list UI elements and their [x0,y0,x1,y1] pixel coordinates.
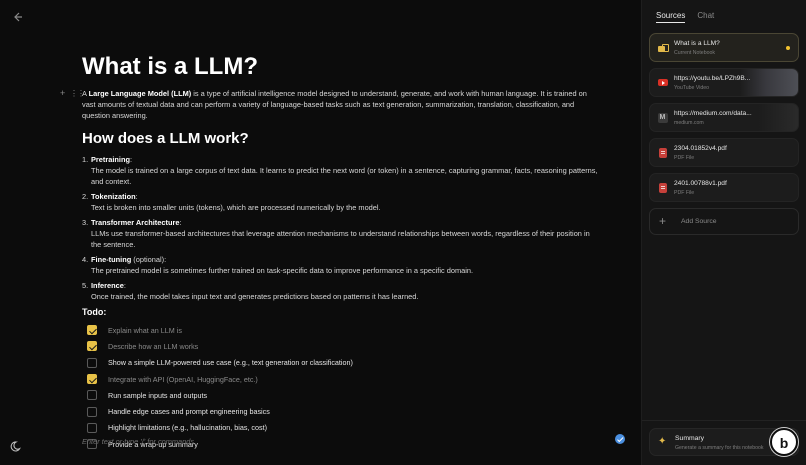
sidebar-tabs: Sources Chat [656,11,726,23]
source-title: 2304.01852v4.pdf [674,145,727,152]
notebook-icon [658,43,669,53]
page-title[interactable]: What is a LLM? [82,52,602,82]
sources-sidebar: Sources Chat What is a LLM? Current Note… [642,0,806,465]
plus-icon[interactable]: + [60,88,65,98]
list-item[interactable]: 5. Inference: Once trained, the model ta… [82,280,602,302]
plus-icon: + [659,214,667,228]
step-number: 2. [82,192,89,201]
article-thumbnail [758,104,798,131]
moon-icon[interactable] [10,439,24,453]
block-tools: + ⋮⋮ [60,88,85,99]
todo-item: Highlight limitations (e.g., hallucinati… [87,420,602,436]
step-desc: The model is trained on a large corpus o… [91,166,598,186]
todo-item: Handle edge cases and prompt engineering… [87,403,602,419]
source-title: 2401.00788v1.pdf [674,180,727,187]
todo-label[interactable]: Describe how an LLM works [108,342,198,351]
intro-bold: Large Language Model (LLM) [88,89,192,98]
check-icon[interactable] [615,434,625,444]
youtube-icon [658,79,668,86]
source-item-notebook[interactable]: What is a LLM? Current Notebook [649,33,799,62]
list-item[interactable]: 3. Transformer Architecture: LLMs use tr… [82,217,602,250]
source-item-pdf-2[interactable]: 2401.00788v1.pdf PDF File [649,173,799,202]
steps-list: 1. Pretraining: The model is trained on … [82,154,602,302]
step-desc: LLMs use transformer-based architectures… [91,229,590,249]
b-logo-icon[interactable]: b [770,428,798,456]
step-suffix: : [179,218,182,227]
step-title: Inference [91,281,124,290]
todo-item: Describe how an LLM works [87,338,602,354]
add-source-label: Add Source [681,218,717,225]
list-item[interactable]: 4. Fine-tuning (optional): The pretraine… [82,254,602,276]
todo-label[interactable]: Integrate with API (OpenAI, HuggingFace,… [108,375,258,384]
todo-item: Explain what an LLM is [87,322,602,338]
pdf-icon [659,148,667,158]
todo-checkbox[interactable] [87,406,97,417]
source-item-pdf-1[interactable]: 2304.01852v4.pdf PDF File [649,138,799,167]
step-desc: Text is broken into smaller units (token… [91,203,381,212]
step-suffix: (optional): [131,255,167,264]
todo-checkbox[interactable] [87,357,97,368]
source-subtitle: medium.com [674,120,704,126]
section-heading[interactable]: How does a LLM work? [82,129,602,149]
command-input-placeholder[interactable]: Enter text or type '/' for commands [82,437,194,446]
step-title: Tokenization [91,192,136,201]
step-title: Fine-tuning [91,255,132,264]
summary-subtitle: Generate a summary for this notebook [675,445,764,451]
todo-label[interactable]: Handle edge cases and prompt engineering… [108,407,270,416]
summary-title: Summary [675,435,705,442]
todo-checkbox[interactable] [87,422,97,433]
todo-item: Integrate with API (OpenAI, HuggingFace,… [87,371,602,387]
document: What is a LLM? + ⋮⋮ A Large Language Mod… [60,52,602,452]
source-subtitle: PDF File [674,155,695,161]
medium-icon [658,113,668,123]
pdf-icon [659,183,667,193]
todo-list: Explain what an LLM is Describe how an L… [87,322,602,452]
active-indicator [786,46,790,50]
video-thumbnail [740,69,798,96]
add-source-button[interactable]: + Add Source [649,208,799,235]
step-suffix: : [123,281,126,290]
todo-label[interactable]: Show a simple LLM-powered use case (e.g.… [108,358,353,367]
source-title: What is a LLM? [674,40,720,47]
todo-checkbox[interactable] [87,374,97,385]
todo-heading[interactable]: Todo: [82,306,602,318]
todo-label[interactable]: Explain what an LLM is [108,326,182,335]
sparkle-icon: ✦ [658,436,667,447]
step-number: 3. [82,218,89,227]
source-item-youtube[interactable]: https://youtu.be/LPZh9B... YouTube Video [649,68,799,97]
todo-item: Run sample inputs and outputs [87,387,602,403]
list-item[interactable]: 2. Tokenization: Text is broken into sma… [82,191,602,213]
todo-item: Show a simple LLM-powered use case (e.g.… [87,355,602,371]
source-title: https://medium.com/data... [674,110,752,117]
drag-handle-icon[interactable]: ⋮⋮ [70,89,85,99]
source-subtitle: Current Notebook [674,50,715,56]
todo-checkbox[interactable] [87,325,97,336]
todo-checkbox[interactable] [87,341,97,352]
todo-checkbox[interactable] [87,390,97,401]
source-subtitle: YouTube Video [674,85,709,91]
step-number: 5. [82,281,89,290]
arrow-left-icon[interactable] [10,10,24,24]
source-title: https://youtu.be/LPZh9B... [674,75,751,82]
step-title: Pretraining [91,155,131,164]
todo-label[interactable]: Run sample inputs and outputs [108,391,207,400]
tab-sources[interactable]: Sources [656,11,686,23]
tab-chat[interactable]: Chat [697,11,714,23]
intro-paragraph[interactable]: + ⋮⋮ A Large Language Model (LLM) is a t… [60,88,602,121]
divider [642,420,806,421]
source-item-medium[interactable]: https://medium.com/data... medium.com [649,103,799,132]
step-suffix: : [135,192,138,201]
step-desc: The pretrained model is sometimes furthe… [91,266,474,275]
source-subtitle: PDF File [674,190,695,196]
step-number: 4. [82,255,89,264]
step-number: 1. [82,155,89,164]
step-desc: Once trained, the model takes input text… [91,292,419,301]
todo-label[interactable]: Highlight limitations (e.g., hallucinati… [108,423,267,432]
step-title: Transformer Architecture [91,218,180,227]
list-item[interactable]: 1. Pretraining: The model is trained on … [82,154,602,187]
editor-pane: What is a LLM? + ⋮⋮ A Large Language Mod… [0,0,642,465]
step-suffix: : [130,155,133,164]
